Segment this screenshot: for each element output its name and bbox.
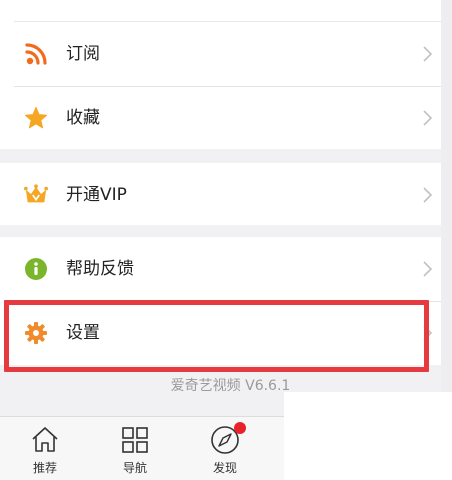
tab-label: 推荐 [32,461,57,475]
menu-item-help[interactable]: 帮助反馈 [0,237,441,301]
chevron-right-icon [423,46,433,62]
background [441,0,452,392]
tab-navigation[interactable]: 导航 [90,417,180,480]
menu-item-label: 收藏 [66,108,100,128]
chevron-right-icon [423,261,433,277]
tab-discover[interactable]: 发现 [180,417,270,480]
menu-group-2: 开通VIP [0,163,441,225]
menu-item-label: 开通VIP [66,185,127,205]
menu-item-label: 订阅 [66,44,100,64]
menu-item-subscribe[interactable]: 订阅 [0,22,441,86]
tab-recommend[interactable]: 推荐 [0,417,90,480]
info-icon [24,257,48,281]
tab-label: 导航 [122,461,147,475]
menu-group-1: 订阅 收藏 [0,0,441,149]
rss-icon [24,42,48,66]
notification-badge [234,422,246,434]
menu-item-label: 帮助反馈 [66,259,134,279]
star-icon [24,106,48,130]
chevron-right-icon [423,187,433,203]
background [284,392,452,480]
menu-item-vip[interactable]: 开通VIP [0,163,441,227]
tab-label: 发现 [212,461,237,475]
settings-highlight-box [4,300,429,372]
crown-icon [24,183,48,207]
chevron-right-icon [423,110,433,126]
home-icon [32,427,58,452]
menu-item-favorites[interactable]: 收藏 [0,86,441,150]
grid-icon [122,427,148,453]
